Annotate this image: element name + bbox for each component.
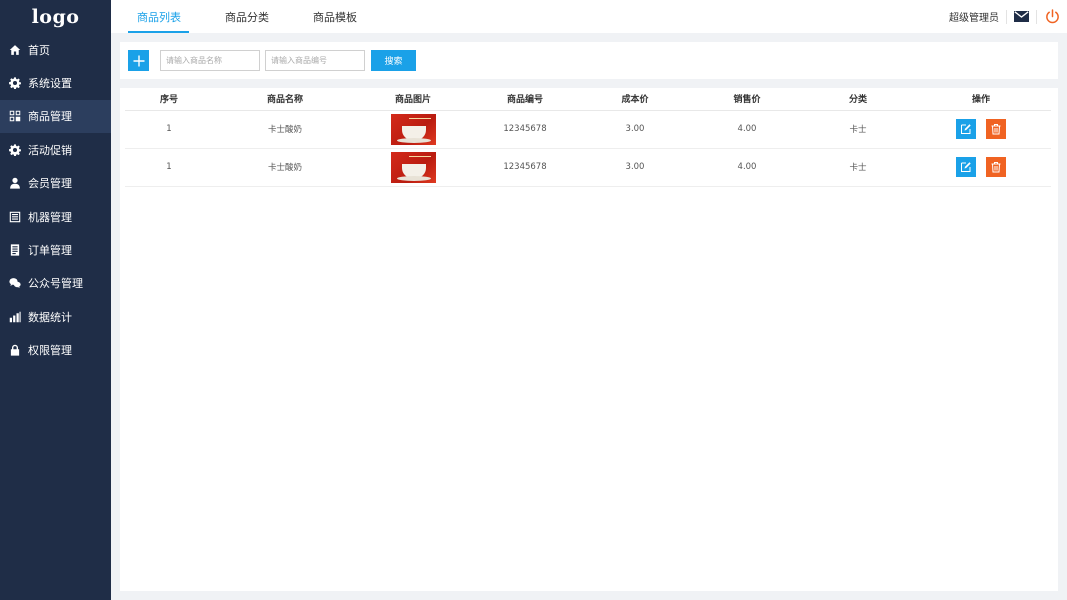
product-table: 序号 商品名称 商品图片 商品编号 成本价 销售价 分类 操作 1 卡士酸奶 1… — [125, 88, 1051, 187]
cell-category: 卡士 — [805, 148, 911, 187]
product-image — [390, 113, 436, 145]
cell-name: 卡士酸奶 — [213, 110, 357, 149]
column-header-index: 序号 — [125, 88, 213, 111]
cell-category: 卡士 — [805, 110, 911, 149]
cell-cost: 3.00 — [581, 110, 689, 149]
sidebar-item-label: 会员管理 — [28, 177, 72, 191]
username[interactable]: 超级管理员 — [949, 9, 1007, 24]
top-bar: 商品列表 商品分类 商品模板 超级管理员 — [111, 0, 1067, 33]
grid-icon — [9, 110, 21, 122]
column-header-price: 销售价 — [689, 88, 805, 111]
cell-actions — [911, 110, 1051, 149]
edit-icon — [960, 162, 971, 172]
sidebar-item-label: 首页 — [28, 43, 50, 57]
tab-product-category[interactable]: 商品分类 — [217, 0, 277, 33]
edit-button[interactable] — [955, 157, 976, 177]
trash-icon — [991, 124, 1001, 135]
sidebar: logo 首页 系统设置 商品管理 活动促销 会员管理 机器管理 订单管理 公众… — [0, 0, 111, 600]
cell-cost: 3.00 — [581, 148, 689, 187]
table-header-row: 序号 商品名称 商品图片 商品编号 成本价 销售价 分类 操作 — [125, 88, 1051, 111]
gear-icon — [9, 144, 21, 156]
cell-price: 4.00 — [689, 110, 805, 149]
product-code-input[interactable] — [265, 50, 365, 71]
tab-product-list[interactable]: 商品列表 — [128, 0, 189, 33]
cell-price: 4.00 — [689, 148, 805, 187]
tab-bar: 商品列表 商品分类 商品模板 — [128, 0, 393, 33]
cell-code: 12345678 — [469, 148, 581, 187]
sidebar-item-label: 订单管理 — [28, 244, 72, 258]
wechat-icon — [9, 277, 21, 289]
product-table-panel: 序号 商品名称 商品图片 商品编号 成本价 销售价 分类 操作 1 卡士酸奶 1… — [120, 88, 1058, 591]
product-image — [390, 151, 436, 183]
cell-image — [357, 148, 469, 187]
column-header-name: 商品名称 — [213, 88, 357, 111]
cell-actions — [911, 148, 1051, 187]
cell-name: 卡士酸奶 — [213, 148, 357, 187]
sidebar-item-label: 公众号管理 — [28, 277, 83, 291]
tab-product-template[interactable]: 商品模板 — [305, 0, 365, 33]
sidebar-item-label: 活动促销 — [28, 143, 72, 157]
sidebar-item-label: 数据统计 — [28, 310, 72, 324]
document-icon — [9, 244, 21, 256]
sidebar-item-product-management[interactable]: 商品管理 — [0, 99, 111, 134]
bar-chart-icon — [9, 311, 21, 323]
logo: logo — [31, 5, 80, 28]
column-header-cost: 成本价 — [581, 88, 689, 111]
sidebar-item-promotions[interactable]: 活动促销 — [0, 133, 111, 166]
cell-index: 1 — [125, 148, 213, 187]
lock-icon — [9, 344, 21, 356]
cell-index: 1 — [125, 110, 213, 149]
search-button[interactable]: 搜索 — [371, 50, 416, 71]
trash-icon — [991, 162, 1001, 173]
sidebar-item-permissions[interactable]: 权限管理 — [0, 334, 111, 367]
table-row: 1 卡士酸奶 12345678 3.00 4.00 卡士 — [125, 148, 1051, 187]
mail-icon[interactable] — [1007, 9, 1037, 24]
home-icon — [9, 44, 21, 56]
column-header-image: 商品图片 — [357, 88, 469, 111]
sidebar-item-label: 机器管理 — [28, 210, 72, 224]
delete-button[interactable] — [986, 157, 1007, 177]
sidebar-menu: 首页 系统设置 商品管理 活动促销 会员管理 机器管理 订单管理 公众号管理 数… — [0, 33, 111, 367]
machine-icon — [9, 211, 21, 223]
product-name-input[interactable] — [160, 50, 260, 71]
sidebar-item-members[interactable]: 会员管理 — [0, 167, 111, 200]
sidebar-item-home[interactable]: 首页 — [0, 33, 111, 66]
user-area: 超级管理员 — [949, 0, 1067, 33]
sidebar-item-system-settings[interactable]: 系统设置 — [0, 66, 111, 99]
sidebar-item-official-account[interactable]: 公众号管理 — [0, 267, 111, 300]
cell-image — [357, 110, 469, 149]
sidebar-item-machines[interactable]: 机器管理 — [0, 200, 111, 233]
plus-icon — [133, 55, 144, 66]
delete-button[interactable] — [986, 119, 1007, 139]
column-header-category: 分类 — [805, 88, 911, 111]
sidebar-item-statistics[interactable]: 数据统计 — [0, 300, 111, 333]
edit-icon — [960, 124, 971, 134]
add-product-button[interactable] — [128, 50, 149, 71]
column-header-actions: 操作 — [911, 88, 1051, 111]
cell-code: 12345678 — [469, 110, 581, 149]
sidebar-item-label: 权限管理 — [28, 344, 72, 358]
edit-button[interactable] — [955, 119, 976, 139]
table-row: 1 卡士酸奶 12345678 3.00 4.00 卡士 — [125, 110, 1051, 149]
search-panel: 搜索 — [120, 42, 1058, 79]
gear-icon — [9, 77, 21, 90]
sidebar-item-label: 商品管理 — [28, 110, 72, 124]
power-icon[interactable] — [1037, 0, 1067, 33]
sidebar-item-orders[interactable]: 订单管理 — [0, 233, 111, 266]
user-icon — [9, 177, 21, 189]
column-header-code: 商品编号 — [469, 88, 581, 111]
sidebar-item-label: 系统设置 — [28, 77, 72, 91]
